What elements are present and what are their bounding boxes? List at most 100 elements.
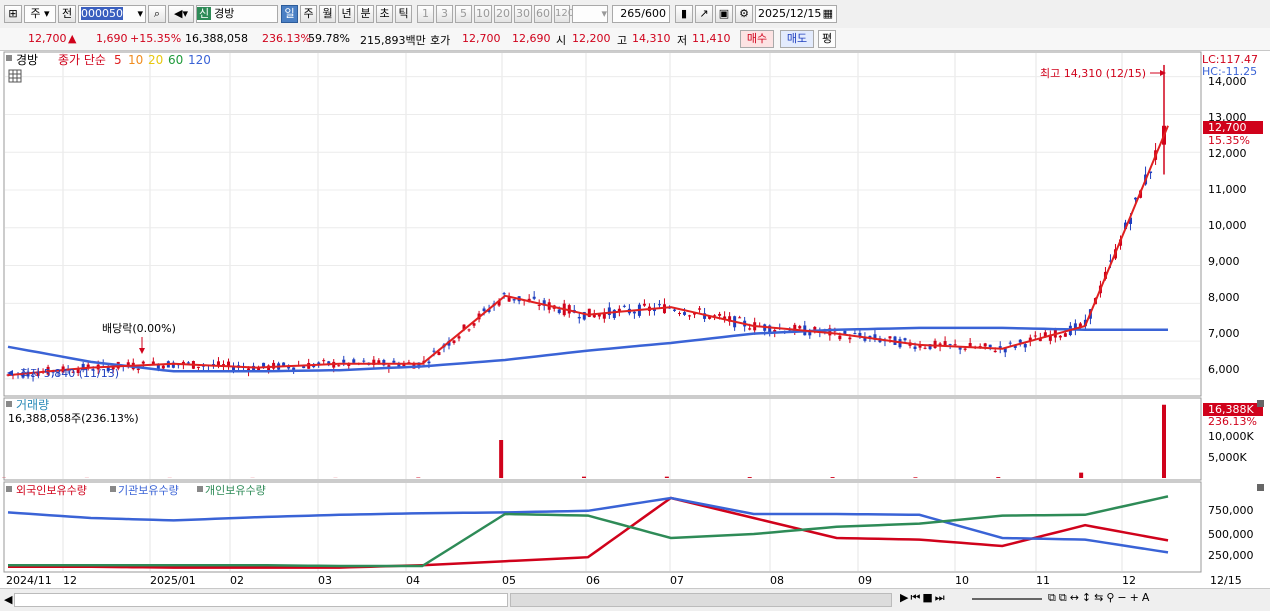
candle-body (187, 362, 190, 363)
candle-body (142, 362, 145, 364)
y-tick: 750,000 (1208, 504, 1254, 517)
candle-body (954, 344, 957, 345)
candle-body (848, 338, 851, 340)
candle-body (934, 341, 937, 348)
candle-body (698, 308, 701, 309)
candle-body (162, 366, 165, 369)
x-tick: 2024/11 (6, 574, 52, 587)
candle-body (473, 323, 476, 325)
scroll-thumb[interactable] (14, 593, 508, 607)
candle-body (853, 333, 856, 334)
candle-body (989, 345, 992, 347)
last-price-tag-text: 12,700 (1208, 121, 1247, 134)
y-tick: 8,000 (1208, 291, 1240, 304)
volume-panel[interactable] (4, 398, 1201, 480)
ma5-legend: 5 (114, 53, 122, 67)
candle-body (688, 315, 691, 316)
y-tick: 12,000 (1208, 147, 1247, 160)
candle-body (748, 328, 751, 329)
zoom-slider[interactable] (972, 598, 1042, 600)
candle-body (949, 344, 952, 345)
panel-handle-icon[interactable] (6, 55, 12, 61)
candle-body (513, 299, 516, 300)
candle-body (608, 307, 611, 315)
x-tick: 07 (670, 574, 684, 587)
volume-bar (1162, 405, 1166, 478)
candle-body (538, 305, 541, 306)
candle-body (437, 352, 440, 355)
candle-body (1064, 333, 1067, 337)
x-tick: 09 (858, 574, 872, 587)
ma20-legend: 20 (148, 53, 163, 67)
candle-body (197, 367, 200, 368)
panel-handle-icon[interactable] (6, 401, 12, 407)
ma60-legend: 60 (168, 53, 183, 67)
ma10-legend: 10 (128, 53, 143, 67)
candle-body (483, 309, 486, 312)
chart-area[interactable]: 경방 종가 단순 5 10 20 60 120 14,000 13,000 12… (0, 0, 1270, 588)
candle-body (623, 306, 626, 307)
x-tick: 04 (406, 574, 420, 587)
candle-body (888, 336, 891, 338)
candle-body (673, 310, 676, 311)
candle-body (1019, 340, 1022, 343)
candle-body (427, 362, 430, 364)
legend-institution: 기관보유수량 (118, 484, 179, 497)
candle-body (658, 304, 661, 305)
bottom-scrollbar[interactable]: ◀ ▶⏮■⏭ ⧉⧉↔↕⇆⚲−+A (0, 588, 1270, 611)
candle-body (578, 317, 581, 318)
ma120-legend: 120 (188, 53, 211, 67)
y-tick: 500,000 (1208, 528, 1254, 541)
volume-bar (748, 477, 752, 478)
candle-body (322, 360, 325, 361)
legend-foreign: 외국인보유수량 (16, 484, 87, 497)
y-tick: 250,000 (1208, 549, 1254, 562)
panel-handle-icon[interactable] (6, 486, 12, 492)
x-tick: 2025/01 (150, 574, 196, 587)
candle-body (1009, 343, 1012, 344)
volume-info: 16,388,058주(236.13%) (8, 412, 139, 425)
candle-body (432, 351, 435, 352)
candle-body (904, 338, 907, 340)
candle-body (282, 363, 285, 366)
x-tick: 02 (230, 574, 244, 587)
candle-body (843, 331, 846, 334)
x-tick: 08 (770, 574, 784, 587)
y-tick: 6,000 (1208, 363, 1240, 376)
legend-marker-icon (110, 486, 116, 492)
x-tick: 10 (955, 574, 969, 587)
candle-body (337, 365, 340, 366)
close-icon[interactable] (1257, 484, 1264, 491)
candle-body (994, 351, 997, 352)
volume-bar (1079, 473, 1083, 478)
table-icon[interactable] (9, 70, 21, 82)
hc-label: HC:-11.25 (1202, 65, 1257, 78)
y-tick: 7,000 (1208, 327, 1240, 340)
high-annotation: 최고 14,310 (12/15) (1040, 67, 1146, 80)
candle-body (1034, 335, 1037, 336)
candle-body (798, 326, 801, 328)
y-tick: 9,000 (1208, 255, 1240, 268)
candle-body (558, 310, 561, 313)
x-tick: 03 (318, 574, 332, 587)
y-tick: 10,000K (1208, 430, 1254, 443)
candle-body (392, 361, 395, 363)
candle-body (924, 348, 927, 349)
candle-body (503, 293, 506, 294)
candle-body (232, 367, 235, 370)
scroll-track[interactable] (510, 593, 892, 607)
scroll-left-icon[interactable]: ◀ (4, 593, 12, 606)
candle-body (738, 317, 741, 318)
candle-body (683, 312, 686, 315)
x-tick: 05 (502, 574, 516, 587)
candle-body (352, 359, 355, 362)
playback-controls[interactable]: ▶⏮■⏭ (900, 591, 947, 605)
candle-body (458, 336, 461, 338)
close-icon[interactable] (1257, 400, 1264, 407)
candle-body (643, 304, 646, 306)
volume-title: 거래량 (16, 398, 49, 412)
toolbar-icons[interactable]: ⧉⧉↔↕⇆⚲−+A (1048, 591, 1152, 605)
y-tick: 10,000 (1208, 219, 1247, 232)
legend-marker-icon (197, 486, 203, 492)
holdings-panel[interactable] (4, 482, 1201, 572)
